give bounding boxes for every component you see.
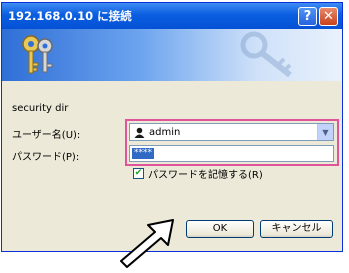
chevron-down-icon[interactable]: ▼ — [317, 124, 333, 140]
remember-password-label: パスワードを記憶する(R) — [148, 170, 263, 181]
title-bar[interactable]: 192.168.0.10 に接続 ? ✕ — [2, 3, 342, 29]
pointer-cursor-icon — [120, 219, 174, 268]
keys-watermark-icon — [240, 31, 292, 78]
ok-button[interactable]: OK — [186, 220, 254, 238]
username-value: admin — [149, 126, 181, 138]
keys-icon — [22, 35, 53, 74]
cancel-button[interactable]: キャンセル — [260, 220, 333, 238]
username-combobox[interactable]: admin ▼ — [129, 123, 334, 141]
realm-text: security dir — [12, 103, 69, 114]
password-label: パスワード(P): — [12, 152, 80, 163]
user-icon — [134, 127, 145, 138]
remember-password-option[interactable]: ✔ パスワードを記憶する(R) — [133, 166, 263, 181]
dialog-banner — [2, 29, 342, 81]
window-title: 192.168.0.10 に接続 — [8, 9, 132, 23]
help-button[interactable]: ? — [298, 6, 317, 26]
username-label: ユーザー名(U): — [12, 130, 81, 141]
close-button[interactable]: ✕ — [319, 6, 338, 26]
password-field[interactable]: **** — [129, 145, 334, 162]
password-value: **** — [132, 148, 154, 159]
remember-password-checkbox[interactable]: ✔ — [133, 168, 144, 179]
login-dialog: 192.168.0.10 に接続 ? ✕ security dir ユーザー名(… — [1, 2, 343, 252]
